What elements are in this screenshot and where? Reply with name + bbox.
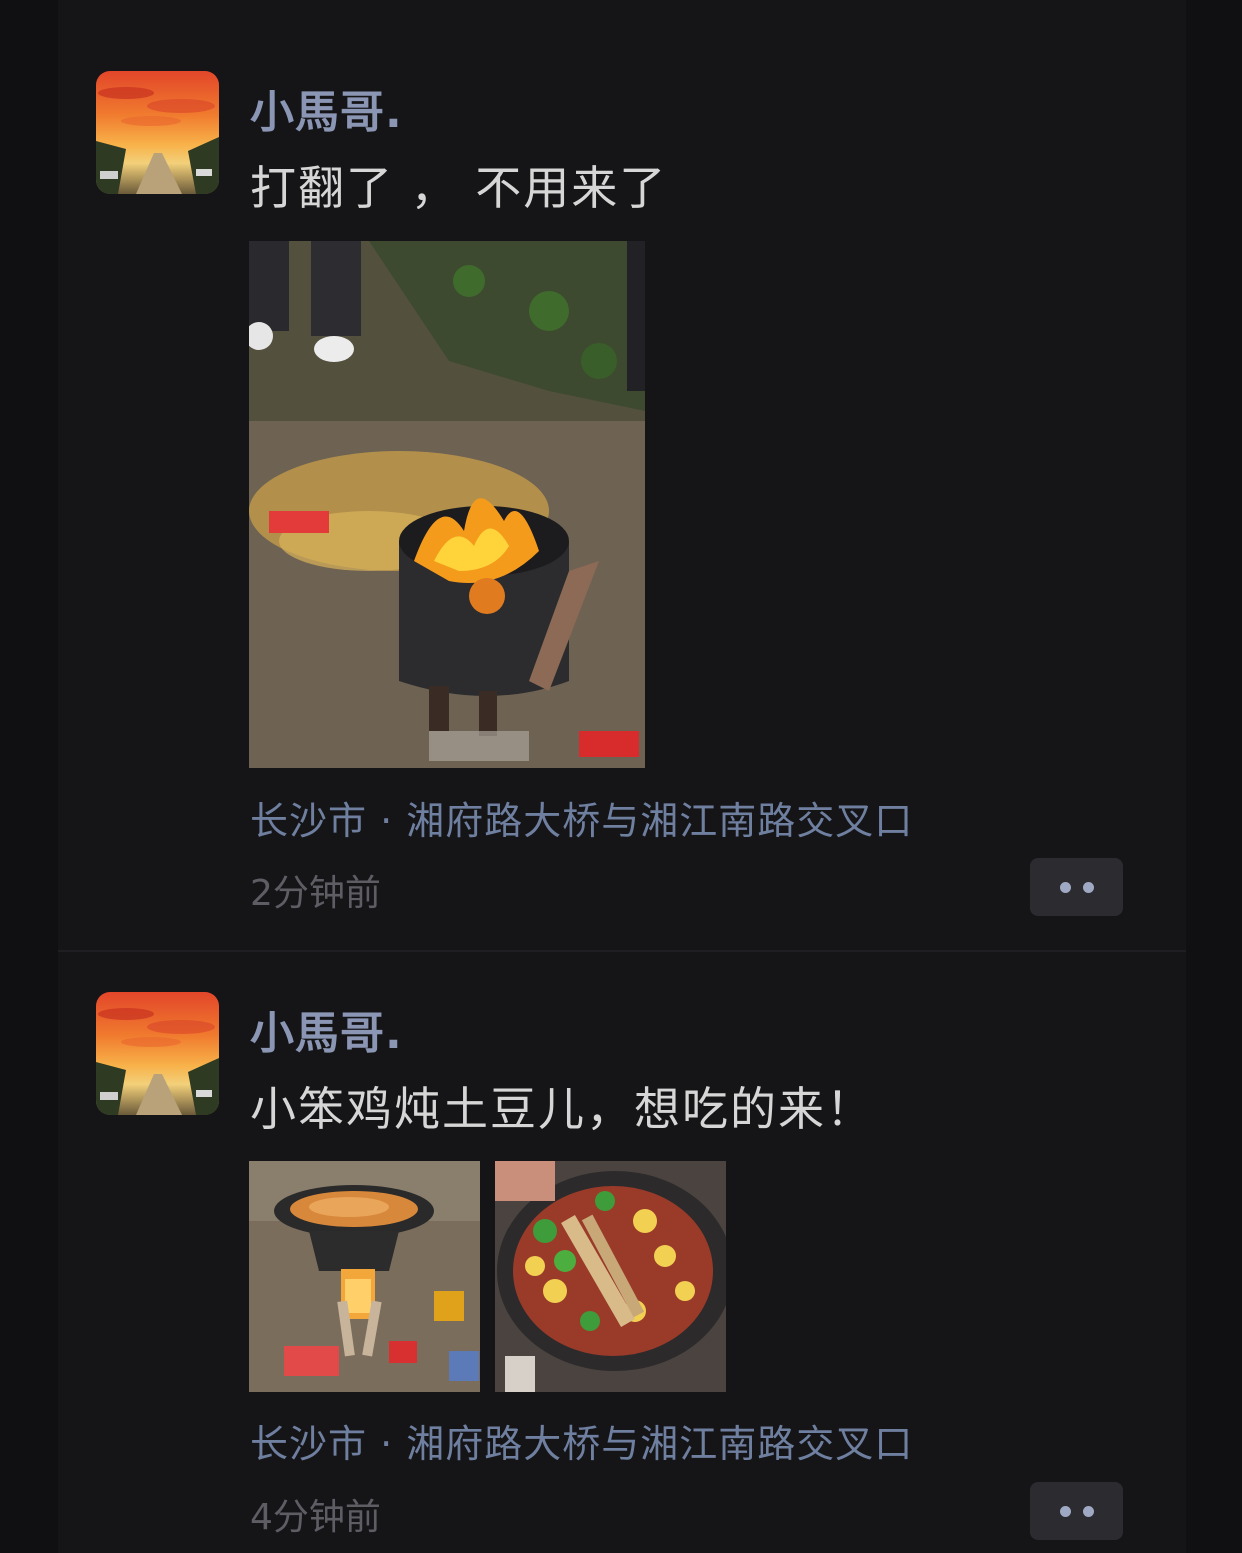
post-time: 2分钟前: [250, 873, 381, 914]
post-time: 4分钟前: [250, 1497, 381, 1538]
more-dots-icon: [1059, 881, 1071, 893]
post-nickname[interactable]: 小馬哥.: [250, 997, 403, 1061]
more-dots-icon: [1082, 881, 1094, 893]
post-location[interactable]: 长沙市 · 湘府路大桥与湘江南路交叉口: [250, 1413, 913, 1468]
post-photo[interactable]: [249, 1161, 480, 1392]
post-divider: [58, 950, 1186, 952]
post-photo[interactable]: [495, 1161, 726, 1392]
post-location[interactable]: 长沙市 · 湘府路大桥与湘江南路交叉口: [250, 790, 913, 845]
avatar[interactable]: [96, 71, 219, 194]
more-button[interactable]: [1030, 858, 1123, 916]
more-dots-icon: [1082, 1505, 1094, 1517]
post-photo[interactable]: [249, 241, 645, 768]
avatar[interactable]: [96, 992, 219, 1115]
post-nickname[interactable]: 小馬哥.: [250, 76, 403, 140]
post-content: 打翻了 ， 不用来了: [250, 161, 668, 215]
post-content: 小笨鸡炖土豆儿，想吃的来！: [250, 1082, 874, 1136]
more-dots-icon: [1059, 1505, 1071, 1517]
moments-feed: 小馬哥. 打翻了 ， 不用来了 长沙市 · 湘府路大桥与湘江南路交叉口 2分钟前…: [58, 0, 1186, 1553]
moment-post: 小馬哥. 小笨鸡炖土豆儿，想吃的来！ 长沙市 · 湘府路大桥与湘江南路交叉口 4…: [58, 958, 1186, 1553]
more-button[interactable]: [1030, 1482, 1123, 1540]
moment-post: 小馬哥. 打翻了 ， 不用来了 长沙市 · 湘府路大桥与湘江南路交叉口 2分钟前: [58, 0, 1186, 948]
